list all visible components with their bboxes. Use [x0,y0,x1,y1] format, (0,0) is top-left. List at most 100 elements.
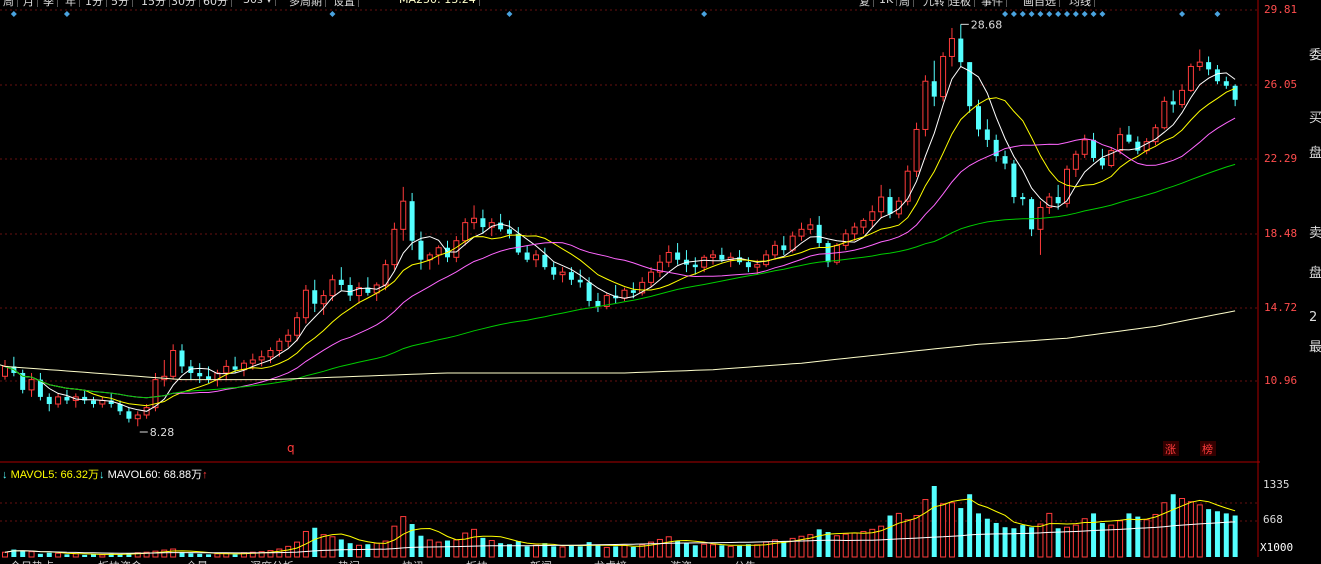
volume-bar [533,544,539,558]
bottom-tab-8[interactable]: 龙虎榜 [594,558,627,564]
candle-body [285,334,292,342]
volume-bar [1037,523,1044,558]
candle-body [1135,141,1141,151]
price-tick-4: 14.72 [1264,301,1298,314]
candle-body [1126,134,1132,142]
volume-bar [993,522,999,557]
candle-body [126,411,132,419]
volume-tick-high: 1335 [1263,478,1290,491]
volume-bar [940,503,947,558]
ma20-line [4,117,1236,399]
candle-body [329,279,336,297]
volume-bar [976,513,981,557]
volume-bar [745,544,751,557]
candle-body [1232,85,1238,100]
volume-bar [1029,527,1035,557]
candle-body [798,228,805,237]
bottom-tab-5[interactable]: 快讯 [402,558,424,564]
volume-bar [577,546,583,557]
volume-bar [851,532,858,558]
candle-body [869,211,876,221]
low-price-label: 8.28 [150,426,175,439]
volume-bar [285,545,292,558]
mavol5-label: MAVOL5: 66.32万 [10,469,100,481]
volume-bar [356,544,362,558]
volume-bar [568,545,574,557]
volume-bar [515,541,521,557]
bottom-tab-4[interactable]: 热门 [338,558,360,564]
price-tick-2: 22.29 [1264,152,1298,165]
candle-body [931,81,937,97]
price-tick-5: 10.96 [1264,374,1298,387]
candle-body [630,290,636,293]
candle-body [542,254,548,268]
volume-bar [701,543,708,558]
volume-bar [913,515,920,558]
volume-bar [595,545,601,557]
candle-body [745,262,751,268]
candle-body [197,372,203,377]
q-marker: q [287,441,295,455]
candle-body [922,80,929,130]
candle-body [91,400,96,405]
order-book-panel: 委买盘卖盘2最 [1309,0,1321,564]
event-marker [1002,11,1009,17]
event-marker [1214,11,1221,17]
moving-average-lines [0,65,1236,412]
volume-tick-mid: 668 [1263,513,1283,526]
bottom-tab-6[interactable]: 板块 [466,558,488,564]
volume-bar [409,524,415,557]
price-tick-3: 18.48 [1264,227,1298,240]
candle-body [719,254,725,260]
volume-bar [161,549,168,558]
bottom-tab-2[interactable]: 全景 [186,558,208,564]
volume-bar [373,542,380,558]
bottom-tab-7[interactable]: 新闻 [530,558,552,564]
candle-body [400,200,407,230]
volume-bar [887,515,893,557]
candle-body [825,243,831,263]
candle-body [887,197,893,214]
bottom-tab-0[interactable]: 今日热点 [10,558,54,564]
bottom-tab-1[interactable]: 板块资金 [98,558,142,564]
event-marker [701,11,708,17]
volume-bar [630,546,636,557]
volume-bar [833,535,840,558]
zhang-badge[interactable]: 涨 [1165,443,1176,456]
volume-bar [754,544,761,558]
bottom-tab-3[interactable]: 深度分析 [250,558,294,564]
candle-body [807,224,814,230]
ma5-line [4,65,1236,412]
candle-body [267,349,274,358]
bang-badge[interactable]: 榜 [1202,442,1213,456]
order-book-label-4: 盘 [1309,266,1321,281]
volume-bar [329,536,336,558]
candle-body [940,55,947,98]
volume-bar [1072,524,1079,558]
volume-bar [895,512,902,558]
candle-body [1020,197,1026,200]
bottom-tab-9[interactable]: 游资 [670,558,692,564]
volume-bar [948,502,955,558]
volume-bar [1206,509,1212,557]
price-tick-0: 29.81 [1264,3,1298,16]
volume-bar [498,543,504,557]
candle-body [409,201,415,241]
volume-bar [1135,516,1141,557]
volume-bar [825,532,831,557]
volume-bar [1223,513,1229,557]
candle-body [1206,62,1212,70]
bottom-tab-10[interactable]: 公告 [734,558,756,564]
order-book-label-5: 2 [1309,310,1318,325]
candle-body [1161,100,1168,129]
candle-body [1179,89,1186,106]
volume-bar [869,528,876,558]
volume-bar [559,546,566,558]
event-marker [1010,11,1017,17]
candle-body [665,251,672,263]
candle-body [533,254,539,261]
volume-bar [737,545,743,557]
candle-body [276,340,283,351]
candle-body [701,256,708,268]
volume-bar [860,530,867,558]
